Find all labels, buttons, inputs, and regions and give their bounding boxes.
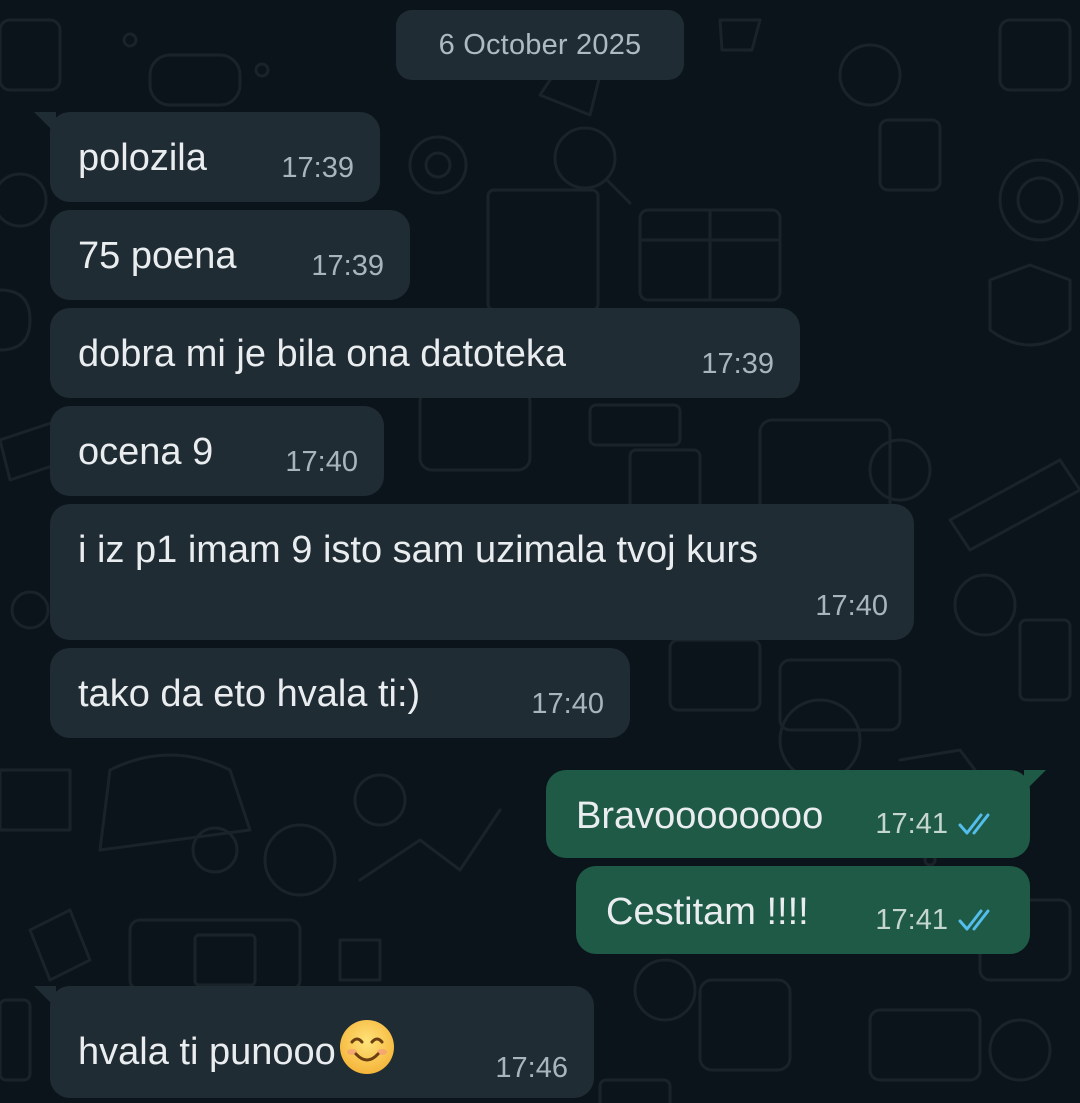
bubble-tail <box>34 986 56 1008</box>
message-bubble-incoming[interactable]: hvala ti punooo 17:46 <box>34 986 594 1098</box>
message-text: ocena 9 <box>78 431 214 473</box>
message-time: 17:39 <box>701 348 774 380</box>
double-check-read-icon <box>958 909 990 931</box>
message-time: 17:40 <box>531 688 604 720</box>
message-text: dobra mi je bila ona datoteka <box>78 333 566 375</box>
smiling-face-emoji-icon <box>339 1020 394 1074</box>
message-meta: 17:41 <box>875 904 1000 936</box>
message-time: 17:46 <box>495 1052 568 1084</box>
message-time: 17:40 <box>815 590 888 622</box>
message-bubble-incoming[interactable]: ocena 9 17:40 <box>50 406 384 496</box>
message-text: tako da eto hvala ti:) <box>78 673 421 715</box>
message-bubble-outgoing[interactable]: Bravoooooooo 17:41 <box>546 770 1046 858</box>
message-text: 75 poena <box>78 235 237 277</box>
message-content: hvala ti punooo <box>78 1018 396 1076</box>
message-bubble-incoming[interactable]: 75 poena 17:39 <box>50 210 410 300</box>
message-meta: 17:41 <box>875 808 1000 840</box>
message-text: Bravoooooooo <box>576 795 824 837</box>
message-bubble-incoming[interactable]: dobra mi je bila ona datoteka 17:39 <box>50 308 800 398</box>
message-text: hvala ti punooo <box>78 1031 336 1073</box>
bubble-tail <box>34 112 56 134</box>
message-time: 17:41 <box>875 808 948 840</box>
double-check-read-icon <box>958 813 990 835</box>
message-bubble-outgoing[interactable]: Cestitam !!!! 17:41 <box>576 866 1030 954</box>
message-bubble-incoming[interactable]: i iz p1 imam 9 isto sam uzimala tvoj kur… <box>50 504 914 640</box>
message-text: polozila <box>78 137 207 179</box>
date-divider: 6 October 2025 <box>396 10 684 80</box>
message-time: 17:39 <box>311 250 384 282</box>
message-text: Cestitam !!!! <box>606 891 809 933</box>
message-time: 17:39 <box>281 152 354 184</box>
message-text: i iz p1 imam 9 isto sam uzimala tvoj kur… <box>78 529 758 571</box>
message-time: 17:41 <box>875 904 948 936</box>
bubble-tail <box>1024 770 1046 792</box>
chat-thread: 6 October 2025 polozila 17:39 75 poena 1… <box>0 0 1080 1103</box>
message-bubble-incoming[interactable]: polozila 17:39 <box>34 112 380 202</box>
message-time: 17:40 <box>285 446 358 478</box>
message-bubble-incoming[interactable]: tako da eto hvala ti:) 17:40 <box>50 648 630 738</box>
